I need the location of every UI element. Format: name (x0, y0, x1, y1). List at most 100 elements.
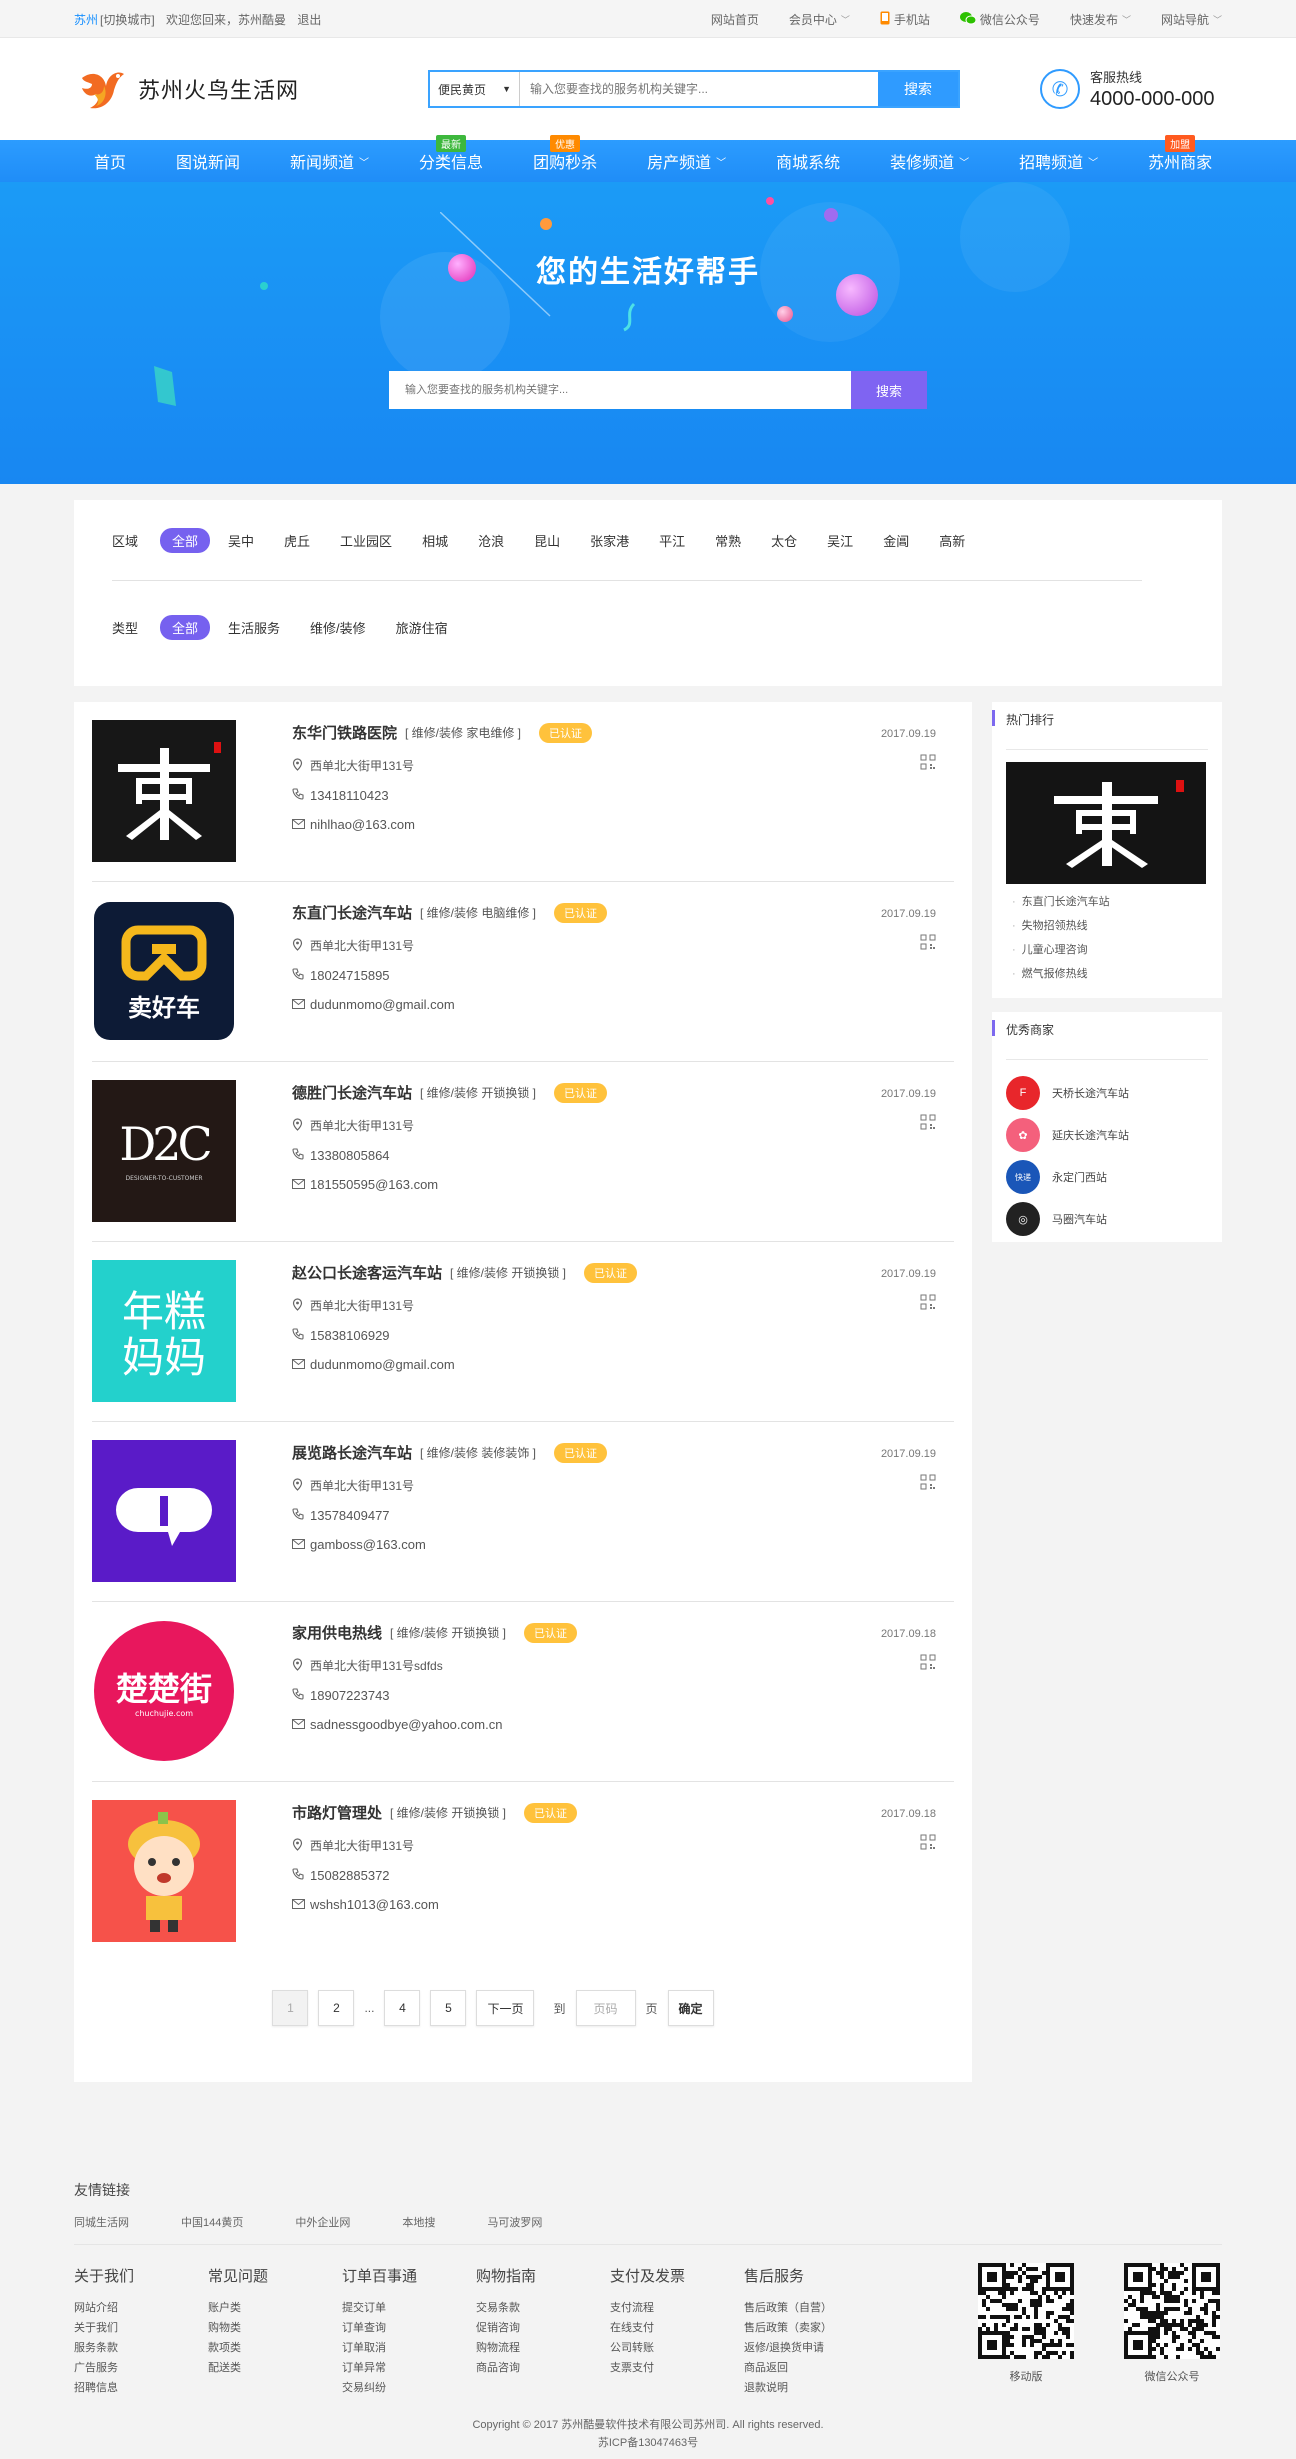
qr-code-icon[interactable] (920, 754, 936, 770)
footer-link[interactable]: 在线支付 (610, 2318, 744, 2338)
footer-link[interactable]: 支票支付 (610, 2358, 744, 2378)
footer-link[interactable]: 提交订单 (342, 2298, 476, 2318)
footer-link[interactable]: 订单取消 (342, 2338, 476, 2358)
page-button[interactable]: 5 (430, 1990, 467, 2026)
header-search-input[interactable] (520, 72, 878, 106)
filter-option[interactable]: 金阊 (883, 531, 909, 550)
merchant-item[interactable]: ◎ 马圈汽车站 (1006, 1198, 1208, 1240)
footer-link[interactable]: 订单查询 (342, 2318, 476, 2338)
nav-item[interactable]: 商城系统 (776, 149, 840, 173)
listing-logo[interactable]: 年糕 妈妈 (92, 1260, 236, 1402)
merchant-item[interactable]: 快递 永定门西站 (1006, 1156, 1208, 1198)
current-city[interactable]: 苏州 (74, 13, 98, 27)
friend-link[interactable]: 中国144黄页 (181, 2214, 243, 2230)
hot-ranking-item[interactable]: 儿童心理咨询 (1006, 938, 1208, 962)
listing-item[interactable]: 楚楚街 chuchujie.com 家用供电热线 [ 维修/装修 开锁换锁 ] 已认证西… (92, 1602, 954, 1782)
filter-option[interactable]: 吴中 (228, 531, 254, 550)
nav-item[interactable]: 招聘频道 ﹀ (1019, 149, 1098, 173)
listing-item[interactable]: 年糕 妈妈 赵公口长途客运汽车站 [ 维修/装修 开锁换锁 ] 已认证 西单北大街甲131… (92, 1242, 954, 1422)
listing-logo[interactable] (92, 720, 236, 862)
listing-item[interactable]: 市路灯管理处 [ 维修/装修 开锁换锁 ] 已认证 西单北大街甲131号 1508288… (92, 1782, 954, 1962)
footer-link[interactable]: 服务条款 (74, 2338, 208, 2358)
next-page-button[interactable]: 下一页 (476, 1990, 535, 2026)
filter-option[interactable]: 昆山 (534, 531, 560, 550)
banner-search-button[interactable]: 搜索 (851, 371, 927, 409)
footer-link[interactable]: 交易纠纷 (342, 2378, 476, 2398)
filter-option[interactable]: 虎丘 (284, 531, 310, 550)
listing-name[interactable]: 德胜门长途汽车站 (292, 1082, 412, 1103)
listing-name[interactable]: 展览路长途汽车站 (292, 1442, 412, 1463)
site-logo[interactable]: 苏州火鸟生活网 (74, 64, 424, 114)
qr-code-icon[interactable] (920, 1294, 936, 1310)
listing-name[interactable]: 家用供电热线 (292, 1622, 382, 1643)
filter-option[interactable]: 常熟 (715, 531, 741, 550)
footer-link[interactable]: 售后政策（自营） (744, 2298, 878, 2318)
qr-code-icon[interactable] (920, 934, 936, 950)
footer-link[interactable]: 商品咨询 (476, 2358, 610, 2378)
nav-item[interactable]: 首页 (94, 149, 126, 173)
footer-link[interactable]: 支付流程 (610, 2298, 744, 2318)
footer-link[interactable]: 返修/退换货申请 (744, 2338, 878, 2358)
filter-option[interactable]: 张家港 (590, 531, 629, 550)
footer-link[interactable]: 交易条款 (476, 2298, 610, 2318)
topbar-link[interactable]: 网站导航 ﹀ (1161, 11, 1222, 28)
filter-option[interactable]: 相城 (422, 531, 448, 550)
topbar-link[interactable]: 网站首页 (711, 11, 759, 28)
filter-option[interactable]: 平江 (659, 531, 685, 550)
topbar-link[interactable]: 手机站 (880, 11, 930, 28)
listing-name[interactable]: 赵公口长途客运汽车站 (292, 1262, 442, 1283)
footer-link[interactable]: 关于我们 (74, 2318, 208, 2338)
friend-link[interactable]: 中外企业网 (295, 2214, 350, 2230)
filter-option[interactable]: 生活服务 (228, 618, 280, 637)
hot-ranking-item[interactable]: 东直门长途汽车站 (1006, 890, 1208, 914)
listing-name[interactable]: 东华门铁路医院 (292, 722, 397, 743)
footer-link[interactable]: 订单异常 (342, 2358, 476, 2378)
header-search-button[interactable]: 搜索 (878, 72, 958, 106)
page-button[interactable]: 4 (384, 1990, 421, 2026)
topbar-link[interactable]: 快速发布 ﹀ (1070, 11, 1131, 28)
merchant-item[interactable]: ✿ 延庆长途汽车站 (1006, 1114, 1208, 1156)
listing-logo[interactable]: 卖好车 (92, 900, 236, 1042)
topbar-link[interactable]: 微信公众号 (959, 11, 1040, 28)
listing-logo[interactable] (92, 1800, 236, 1942)
filter-option[interactable]: 维修/装修 (310, 618, 366, 637)
footer-link[interactable]: 退款说明 (744, 2378, 878, 2398)
friend-link[interactable]: 本地搜 (402, 2214, 435, 2230)
listing-item[interactable]: 卖好车 东直门长途汽车站 [ 维修/装修 电脑维修 ] 已认证 西单北大街甲131号 18… (92, 882, 954, 1062)
listing-name[interactable]: 东直门长途汽车站 (292, 902, 412, 923)
goto-confirm-button[interactable]: 确定 (667, 1990, 714, 2026)
logout-link[interactable]: 退出 (297, 13, 321, 27)
banner-search-input[interactable] (389, 371, 851, 409)
page-button[interactable]: 1 (272, 1990, 309, 2026)
friend-link[interactable]: 马可波罗网 (487, 2214, 542, 2230)
filter-option[interactable]: 全部 (160, 527, 211, 553)
filter-option[interactable]: 高新 (939, 531, 965, 550)
footer-link[interactable]: 公司转账 (610, 2338, 744, 2358)
search-category-select[interactable]: 便民黄页 ▼ (430, 72, 520, 106)
filter-option[interactable]: 工业园区 (340, 531, 392, 550)
nav-item[interactable]: 装修频道 ﹀ (890, 149, 969, 173)
nav-item[interactable]: 分类信息 最新 (419, 135, 483, 173)
filter-option[interactable]: 全部 (160, 614, 211, 640)
switch-city-link[interactable]: [切换城市] (100, 13, 155, 27)
filter-option[interactable]: 旅游住宿 (396, 618, 448, 637)
page-number-input[interactable]: 页码 (575, 1990, 636, 2026)
listing-item[interactable]: 展览路长途汽车站 [ 维修/装修 装修装饰 ] 已认证 西单北大街甲131号 13578… (92, 1422, 954, 1602)
footer-link[interactable]: 招聘信息 (74, 2378, 208, 2398)
qr-code-icon[interactable] (920, 1114, 936, 1130)
nav-item[interactable]: 团购秒杀 优惠 (533, 135, 597, 173)
listing-logo[interactable] (92, 1440, 236, 1582)
listing-item[interactable]: D2C DESIGNER-TO-CUSTOMER 德胜门长途汽车站 [ 维修/装修 开… (92, 1062, 954, 1242)
nav-item[interactable]: 新闻频道 ﹀ (290, 149, 369, 173)
footer-link[interactable]: 账户类 (208, 2298, 342, 2318)
listing-name[interactable]: 市路灯管理处 (292, 1802, 382, 1823)
qr-code-icon[interactable] (920, 1474, 936, 1490)
footer-link[interactable]: 购物流程 (476, 2338, 610, 2358)
merchant-item[interactable]: F 天桥长途汽车站 (1006, 1072, 1208, 1114)
qr-code-icon[interactable] (920, 1654, 936, 1670)
footer-link[interactable]: 促销咨询 (476, 2318, 610, 2338)
footer-link[interactable]: 配送类 (208, 2358, 342, 2378)
nav-item[interactable]: 苏州商家 加盟 (1148, 135, 1212, 173)
filter-option[interactable]: 吴江 (827, 531, 853, 550)
filter-option[interactable]: 太仓 (771, 531, 797, 550)
